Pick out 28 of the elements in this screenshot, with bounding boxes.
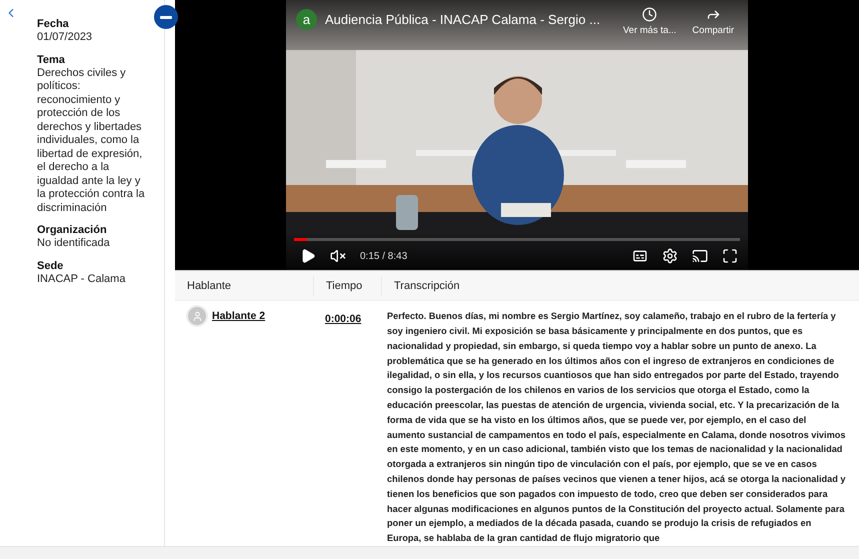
video-time: 0:15 / 8:43	[360, 250, 408, 262]
field-value: Derechos civiles y políticos: reconocimiento y protección de los derechos y libertades individuales, como la libertad de expresión, el derecho a la igualdad ante la ley y la protección contra la discriminación	[37, 66, 146, 215]
cast-button[interactable]	[692, 248, 708, 264]
captions-button[interactable]	[632, 248, 648, 264]
field-label: Fecha	[37, 18, 70, 31]
minus-icon	[160, 16, 172, 18]
fullscreen-button[interactable]	[722, 248, 738, 264]
video-title[interactable]: Audiencia Pública - INACAP Calama - Sergio ...	[325, 12, 611, 27]
column-header: Transcripción	[381, 276, 859, 296]
collapse-button[interactable]	[154, 5, 178, 29]
transcript-text: Perfecto. Buenos días, mi nombre es Sergio Martínez, soy calameño, trabajo en el rubro de la fertería y soy ingeniero civil. Mi exposición se basa básicamente y principalmente en dos puntos, que es nacionalidad y propiedad, sin embargo, si queda tiempo voy a hablar sobre un punto de anexo. La problemática que se ha generado en los últimos años con el ingreso de extranjeros en condiciones de ilegalidad, o sin ella, y los recursos cuantiosos que han sido entregados por parte del Estado, trayendo consigo la postergación de los chilenos en varios de los servicios que otorga el Estado, como la educación preescolar, las puestas de atención de urgencia, vivienda social, etc. Y la precarización de la forma de vida que se ha visto en los últimos años, que se puede ver, por ejemplo, en el caso del aumento sustancial de campamentos en todo el país, especialmente en Calama, donde nosotros vivimos en este momento, y en un caso adicional, también visto que los temas de nacionalidad y la nacionalidad otorgada a extranjeros sin ningún tipo de vinculación con el país, por ejemplo, que se ve en casos chilenos donde hay personas de países vecinos que vienen a tener hijos, acá se otorga la nacionalidad y tienen los beneficios que son pagados con impuesto de todo, creo que deben ser considerados para hacer algunas modificaciones en algunos puntos de la Constitución del proyecto actual. Solamente para poner un ejemplo, a mediados de la década pasada, cuando se produjo la crisis de refugiados en Europa, se hablaba de la gran cantidad de flujo migratorio que	[386, 310, 847, 546]
field-label: Organización	[37, 224, 108, 237]
field-value: INACAP - Calama	[37, 272, 126, 286]
field-label: Tema	[37, 54, 66, 66]
timestamp-link[interactable]: 0:00:06	[325, 313, 362, 326]
field-label: Sede	[37, 260, 64, 272]
share-button[interactable]: Compartir	[688, 7, 738, 36]
muted-button[interactable]	[330, 248, 346, 264]
clock-icon	[642, 7, 658, 22]
settings-button[interactable]	[662, 248, 678, 264]
watch-later-button[interactable]: Ver más ta...	[618, 7, 680, 36]
column-header: Hablante	[186, 278, 232, 294]
speaker-link[interactable]: Hablante 2	[212, 309, 266, 324]
field-value: 01/07/2023	[37, 31, 94, 44]
field-value: No identificada	[37, 237, 111, 250]
play-button[interactable]	[300, 248, 316, 264]
column-header: Tiempo	[313, 276, 381, 296]
user-icon	[188, 307, 206, 326]
